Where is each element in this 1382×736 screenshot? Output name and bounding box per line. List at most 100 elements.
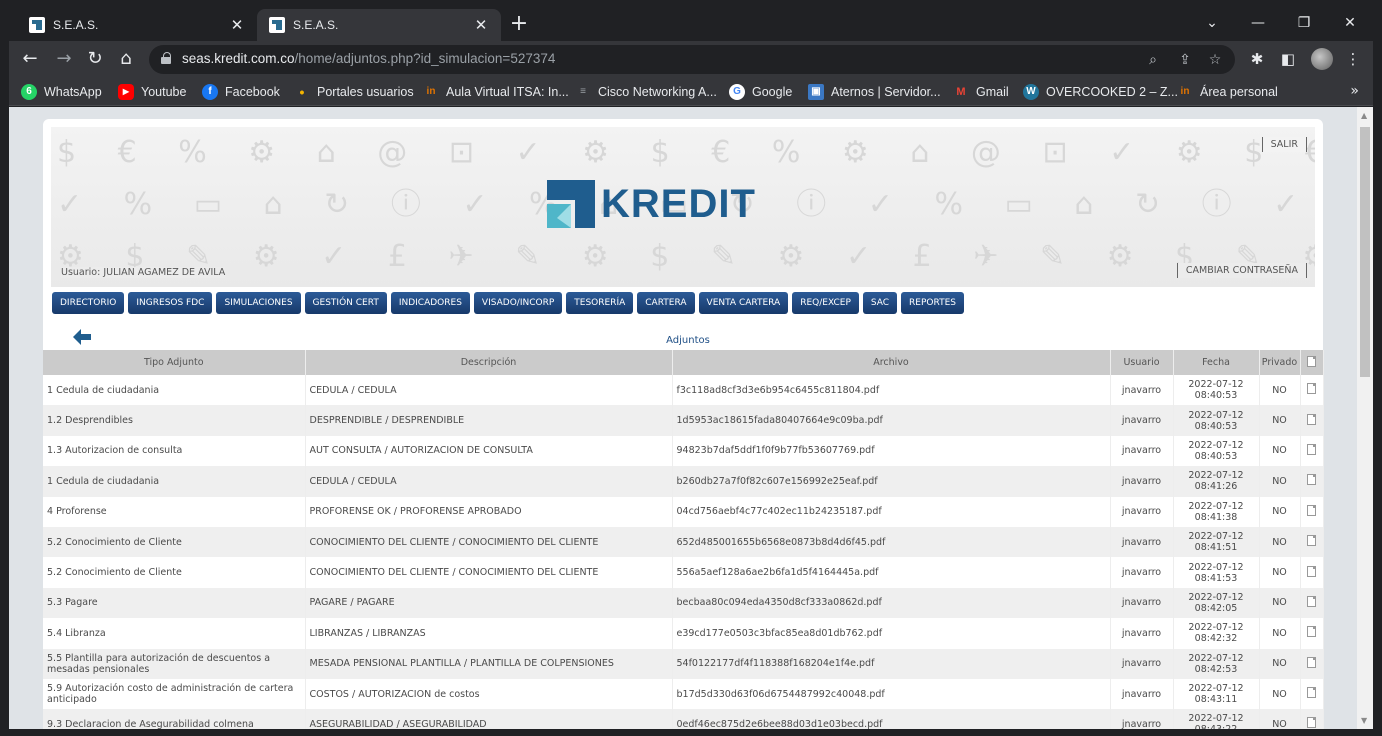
star-icon[interactable]: ☆ [1205, 50, 1225, 70]
lock-icon[interactable] [161, 52, 171, 64]
side-panel-icon[interactable]: ◧ [1277, 48, 1299, 70]
maximize-button[interactable]: ❐ [1281, 9, 1327, 37]
cell-tipo: 4 Proforense [43, 496, 306, 527]
change-password-link[interactable]: CAMBIAR CONTRASEÑA [1176, 263, 1307, 278]
back-button[interactable]: ← [18, 47, 42, 71]
bookmark-area-personal[interactable]: in Área personal [1177, 83, 1278, 101]
menu-gestion-cert[interactable]: GESTIÓN CERT [304, 292, 387, 314]
menu-sac[interactable]: SAC [862, 292, 898, 314]
cell-archivo[interactable]: 556a5aef128a6ae2b6fa1d5f4164445a.pdf [672, 557, 1111, 588]
bookmark-aternos[interactable]: ▣ Aternos | Servidor... [808, 83, 941, 101]
cell-doc[interactable] [1300, 557, 1324, 588]
minimize-button[interactable]: — [1235, 9, 1281, 37]
close-icon[interactable]: ✕ [473, 16, 489, 34]
document-icon[interactable] [1307, 656, 1316, 668]
kredit-logo: KREDIT [545, 177, 756, 231]
document-icon[interactable] [1307, 383, 1316, 395]
menu-visado-incorp[interactable]: VISADO/INCORP [473, 292, 563, 314]
cell-doc[interactable] [1300, 709, 1324, 729]
scrollbar-thumb[interactable] [1360, 127, 1370, 377]
cell-doc[interactable] [1300, 587, 1324, 619]
menu-ingresos-fdc[interactable]: INGRESOS FDC [128, 292, 213, 314]
cell-doc[interactable] [1300, 466, 1324, 497]
cell-archivo[interactable]: 94823b7daf5ddf1f0f9b77fb53607769.pdf [672, 435, 1111, 467]
logout-link[interactable]: SALIR [1261, 137, 1307, 152]
url-text[interactable]: seas.kredit.com.co/home/adjuntos.php?id_… [182, 51, 555, 66]
document-icon[interactable] [1307, 595, 1316, 607]
zoom-icon[interactable]: ⌕ [1143, 50, 1163, 70]
document-icon[interactable] [1307, 443, 1316, 455]
menu-req-excep[interactable]: REQ/EXCEP [792, 292, 859, 314]
menu-simulaciones[interactable]: SIMULACIONES [216, 292, 301, 314]
menu-tesoreria[interactable]: TESORERÍA [566, 292, 634, 314]
cell-fecha: 2022-07-12 08:42:32 [1173, 618, 1260, 649]
document-icon[interactable] [1307, 687, 1316, 699]
tab-seas-1[interactable]: S.E.A.S. ✕ [17, 9, 257, 41]
reload-button[interactable]: ↻ [83, 47, 107, 71]
cell-archivo[interactable]: 652d485001655b6568e0873b8d4d6f45.pdf [672, 526, 1111, 558]
cell-doc[interactable] [1300, 405, 1324, 436]
cell-doc[interactable] [1300, 618, 1324, 649]
address-bar[interactable]: seas.kredit.com.co/home/adjuntos.php?id_… [149, 45, 1235, 74]
bookmark-gmail[interactable]: M Gmail [953, 83, 1008, 101]
cell-archivo[interactable]: b260db27a7f0f82c607e156992e25eaf.pdf [672, 466, 1111, 497]
document-icon[interactable] [1307, 565, 1316, 577]
tab-bar: S.E.A.S. ✕ S.E.A.S. ✕ + ⌄ — ❐ ✕ [9, 9, 1373, 41]
document-icon[interactable] [1307, 413, 1316, 425]
document-icon[interactable] [1307, 626, 1316, 638]
extensions-icon[interactable]: ✱ [1246, 48, 1268, 70]
tab-seas-2[interactable]: S.E.A.S. ✕ [257, 9, 501, 41]
fecha-time: 08:41:26 [1194, 481, 1238, 493]
menu-kebab-icon[interactable]: ⋮ [1342, 48, 1364, 70]
bookmark-cisco[interactable]: ≡ Cisco Networking A... [575, 83, 717, 101]
cell-archivo[interactable]: f3c118ad8cf3d3e6b954c6455c811804.pdf [672, 375, 1111, 406]
document-icon[interactable] [1307, 535, 1316, 547]
tab-title: S.E.A.S. [293, 18, 339, 32]
bookmarks-more-icon[interactable]: » [1350, 83, 1359, 99]
share-icon[interactable]: ⇪ [1175, 50, 1195, 70]
bookmark-portales[interactable]: • Portales usuarios [294, 83, 414, 101]
cell-doc[interactable] [1300, 648, 1324, 679]
close-icon[interactable]: ✕ [229, 16, 245, 34]
cell-doc[interactable] [1300, 526, 1324, 558]
cell-tipo: 1 Cedula de ciudadania [43, 375, 306, 406]
cell-archivo[interactable]: 0edf46ec875d2e6bee88d03d1e03becd.pdf [672, 709, 1111, 729]
document-icon[interactable] [1307, 474, 1316, 486]
cell-archivo[interactable]: becbaa80c094eda4350d8cf333a0862d.pdf [672, 587, 1111, 619]
home-button[interactable]: ⌂ [114, 47, 138, 71]
cell-archivo[interactable]: 1d5953ac18615fada80407664e9c09ba.pdf [672, 405, 1111, 436]
menu-venta-cartera[interactable]: VENTA CARTERA [698, 292, 789, 314]
back-arrow-icon[interactable] [73, 329, 91, 345]
menu-cartera[interactable]: CARTERA [637, 292, 695, 314]
bookmark-facebook[interactable]: f Facebook [202, 83, 280, 101]
chevron-down-icon[interactable]: ⌄ [1189, 9, 1235, 37]
cell-archivo[interactable]: e39cd177e0503c3bfac85ea8d01db762.pdf [672, 618, 1111, 649]
cell-doc[interactable] [1300, 375, 1324, 406]
menu-directorio[interactable]: DIRECTORIO [52, 292, 125, 314]
page-scrollbar[interactable]: ▲ ▼ [1357, 107, 1373, 729]
cell-archivo[interactable]: 04cd756aebf4c77c402ec11b24235187.pdf [672, 496, 1111, 527]
main-card: $ € % ⚙ ⌂ @ ⊡ ✓ ⚙ $ € % ⚙ ⌂ @ ⊡ ✓ ⚙ $ € … [43, 119, 1324, 729]
scroll-down-icon[interactable]: ▼ [1361, 716, 1367, 725]
cell-doc[interactable] [1300, 496, 1324, 527]
cell-doc[interactable] [1300, 435, 1324, 467]
cell-archivo[interactable]: 54f0122177df4f118388f168204e1f4e.pdf [672, 648, 1111, 679]
bookmark-aula-virtual[interactable]: in Aula Virtual ITSA: In... [423, 83, 569, 101]
scroll-up-icon[interactable]: ▲ [1361, 111, 1367, 120]
bookmark-whatsapp[interactable]: 6 WhatsApp [21, 83, 102, 101]
menu-reportes[interactable]: REPORTES [901, 292, 964, 314]
cell-doc[interactable] [1300, 678, 1324, 710]
close-window-button[interactable]: ✕ [1327, 9, 1373, 37]
bookmark-youtube[interactable]: ▶ Youtube [118, 83, 186, 101]
portales-icon: • [299, 84, 305, 100]
new-tab-button[interactable]: + [507, 13, 531, 37]
document-icon[interactable] [1307, 504, 1316, 516]
bookmark-google[interactable]: G Google [729, 83, 792, 101]
cell-archivo[interactable]: b17d5d330d63f06d6754487992c40048.pdf [672, 678, 1111, 710]
bookmark-overcooked[interactable]: W OVERCOOKED 2 – Z... [1023, 83, 1178, 101]
document-icon[interactable] [1307, 717, 1316, 729]
cell-fecha: 2022-07-12 08:40:53 [1173, 375, 1260, 406]
forward-button[interactable]: → [52, 47, 76, 71]
menu-indicadores[interactable]: INDICADORES [390, 292, 470, 314]
profile-avatar[interactable] [1311, 48, 1333, 70]
